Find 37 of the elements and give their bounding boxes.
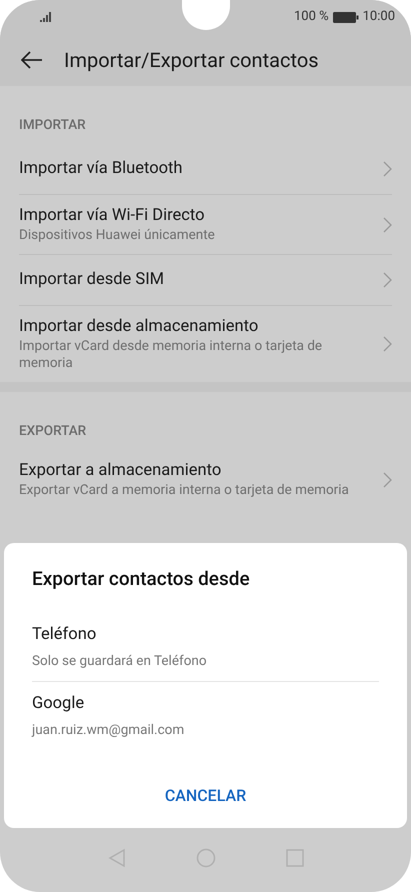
battery-icon — [332, 12, 359, 22]
dialog-option[interactable]: Google juan.ruiz.wm@gmail.com — [32, 682, 379, 750]
list-item[interactable]: Importar vía Bluetooth — [19, 144, 392, 195]
item-title: Importar desde almacenamiento — [19, 316, 260, 338]
section-header: EXPORTAR — [19, 423, 86, 439]
item-subtitle: Dispositivos Huawei únicamente — [19, 227, 216, 244]
chevron-right-icon — [383, 216, 392, 232]
list-item[interactable]: Importar vía Wi-Fi Directo Dispositivos Huawei únicamente — [19, 195, 392, 255]
list-item[interactable]: Exportar a almacenamiento Exportar vCard a memoria interna o tarjeta de memoria — [19, 450, 392, 509]
item-title: Importar vía Bluetooth — [19, 158, 183, 180]
option-title: Google — [32, 693, 86, 715]
section-header: IMPORTAR — [19, 117, 86, 133]
option-title: Teléfono — [32, 624, 98, 646]
chevron-right-icon — [383, 272, 392, 288]
battery-percentage: 100 % — [294, 8, 329, 26]
page-title: Importar/Exportar contactos — [64, 47, 319, 74]
chevron-right-icon — [383, 336, 392, 352]
item-title: Importar desde SIM — [19, 269, 164, 291]
dialog-option[interactable]: Teléfono Solo se guardará en Teléfono — [32, 613, 379, 682]
back-arrow-icon — [21, 51, 43, 69]
option-subtitle: juan.ruiz.wm@gmail.com — [32, 720, 186, 740]
list-item[interactable]: Importar desde SIM — [19, 255, 392, 306]
home-nav-icon[interactable] — [196, 848, 216, 868]
option-subtitle: Solo se guardará en Teléfono — [32, 652, 208, 671]
chevron-right-icon — [383, 161, 392, 177]
back-nav-icon[interactable] — [108, 848, 126, 868]
item-subtitle: Importar vCard desde memoria interna o tarjeta de memoria — [19, 338, 324, 372]
list-item[interactable]: Importar desde almacenamiento Importar vCard desde memoria interna o tarjeta de memoria — [19, 306, 392, 382]
item-subtitle: Exportar vCard a memoria interna o tarjeta de memoria — [19, 482, 350, 499]
dialog-title: Exportar contactos desde — [32, 566, 251, 592]
cancel-button[interactable]: CANCELAR — [156, 782, 254, 810]
clock-time: 10:00 — [362, 8, 395, 26]
recents-nav-icon[interactable] — [286, 849, 304, 867]
item-title: Importar vía Wi-Fi Directo — [19, 205, 206, 227]
item-title: Exportar a almacenamiento — [19, 460, 222, 482]
chevron-right-icon — [383, 472, 392, 488]
signal-icon — [40, 12, 53, 22]
